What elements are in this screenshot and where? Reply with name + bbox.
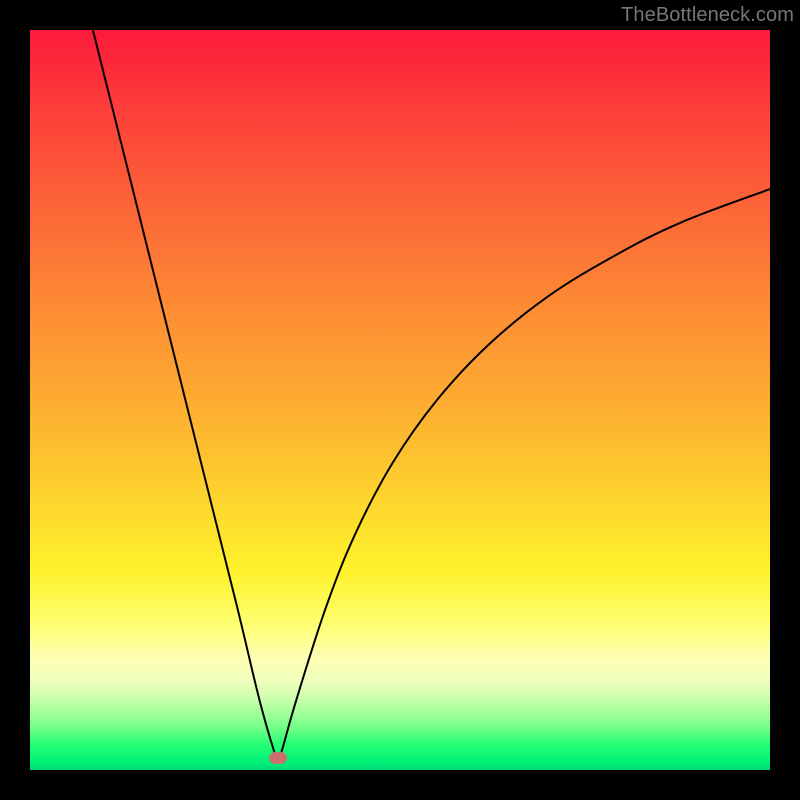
bottleneck-curve	[30, 30, 770, 770]
watermark-label: TheBottleneck.com	[621, 4, 794, 27]
minimum-marker	[269, 752, 287, 764]
chart-frame: TheBottleneck.com	[0, 0, 800, 800]
plot-area	[30, 30, 770, 770]
